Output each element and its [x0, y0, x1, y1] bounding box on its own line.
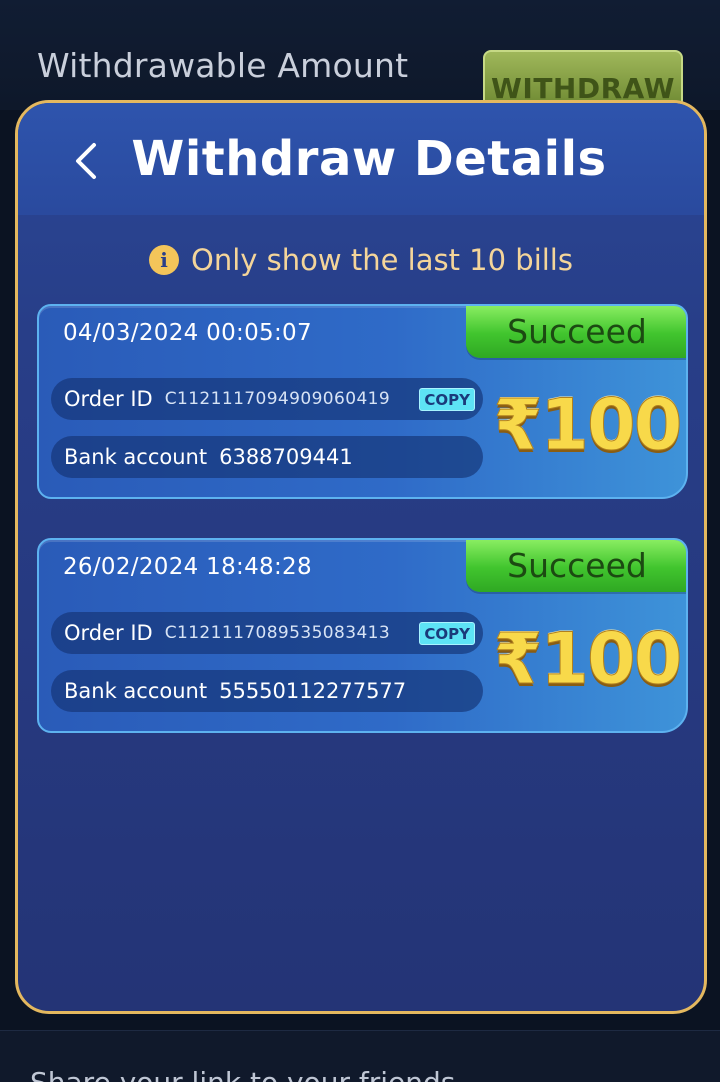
status-badge: Succeed [466, 540, 686, 592]
bank-account-value: 55550112277577 [219, 679, 407, 703]
bank-account-value: 6388709441 [219, 445, 353, 469]
order-id-row: Order ID C1121117089535083413 COPY [51, 612, 483, 654]
withdraw-details-modal: Withdraw Details i Only show the last 10… [15, 100, 707, 1014]
record-date: 26/02/2024 18:48:28 [63, 554, 312, 580]
bank-account-row: Bank account 55550112277577 [51, 670, 483, 712]
copy-button[interactable]: COPY [419, 388, 475, 411]
order-id-label: Order ID [64, 621, 153, 645]
bank-account-label: Bank account [64, 445, 208, 469]
order-id-row: Order ID C1121117094909060419 COPY [51, 378, 483, 420]
order-id-value: C1121117094909060419 [164, 389, 391, 409]
modal-header: Withdraw Details [18, 103, 704, 215]
copy-button[interactable]: COPY [419, 622, 475, 645]
bank-account-row: Bank account 6388709441 [51, 436, 483, 478]
order-id-label: Order ID [64, 387, 153, 411]
bank-account-label: Bank account [64, 679, 208, 703]
share-link-text: Share your link to your friends [30, 1066, 455, 1082]
withdrawable-amount-label: Withdrawable Amount [37, 46, 409, 85]
withdraw-record-card: 04/03/2024 00:05:07 Succeed Order ID C11… [37, 304, 688, 499]
modal-title: Withdraw Details [131, 131, 607, 187]
order-id-value: C1121117089535083413 [164, 623, 391, 643]
withdraw-record-card: 26/02/2024 18:48:28 Succeed Order ID C11… [37, 538, 688, 733]
notice: i Only show the last 10 bills [18, 243, 704, 277]
withdraw-amount: ₹100 [493, 384, 683, 467]
info-icon: i [149, 245, 180, 275]
status-badge: Succeed [466, 306, 686, 358]
notice-text: Only show the last 10 bills [191, 243, 573, 277]
record-date: 04/03/2024 00:05:07 [63, 320, 312, 346]
withdraw-amount: ₹100 [493, 618, 683, 701]
